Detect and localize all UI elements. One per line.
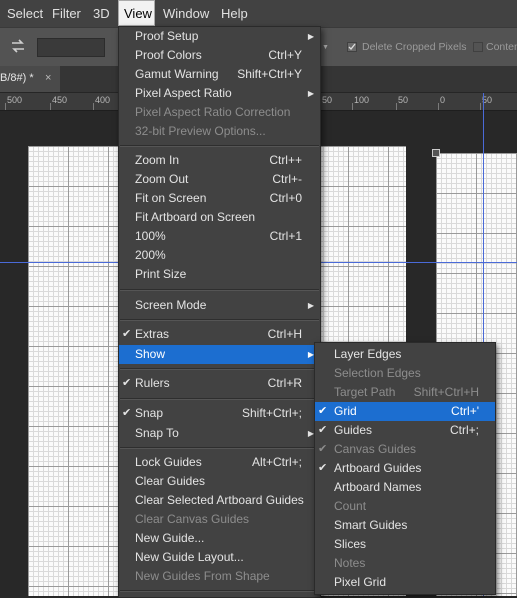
menu-item-new-guides-from-shape: New Guides From Shape <box>135 569 270 583</box>
menu-item-snap[interactable]: ✔ Snap Shift+Ctrl+; <box>119 404 320 423</box>
swap-icon[interactable] <box>9 37 27 55</box>
menu-item-200[interactable]: 200% <box>119 246 320 265</box>
menu-filter[interactable]: Filter <box>52 0 81 27</box>
submenu-arrow-icon: ▶ <box>307 89 314 98</box>
menu-item-new-guide[interactable]: New Guide... <box>119 529 320 548</box>
menu-item-pixel-aspect-ratio[interactable]: Pixel Aspect Ratio ▶ <box>119 84 320 103</box>
menu-item-proof-setup[interactable]: Proof Setup ▶ <box>119 27 320 46</box>
menu-separator <box>120 447 319 449</box>
menu-item-fit-artboard[interactable]: Fit Artboard on Screen <box>119 208 320 227</box>
submenu-item-guides[interactable]: ✔ Guides Ctrl+; <box>315 421 495 440</box>
document-tab[interactable]: B/8#) * × <box>0 66 60 92</box>
submenu-item-artboard-guides[interactable]: ✔ Artboard Guides <box>315 459 495 478</box>
submenu-item-canvas-guides: ✔ Canvas Guides <box>315 440 495 459</box>
menu-bar: Select Filter 3D View Window Help <box>0 0 517 27</box>
ruler-label: 450 <box>52 95 68 105</box>
menu-select[interactable]: Select <box>7 0 43 27</box>
close-tab-icon[interactable]: × <box>45 66 51 90</box>
menu-3d[interactable]: 3D <box>93 0 110 27</box>
content-aware-label: Conten <box>486 41 517 53</box>
document-tab-title: B/8#) * <box>0 72 34 84</box>
menu-item-rulers[interactable]: ✔ Rulers Ctrl+R <box>119 374 320 393</box>
submenu-item-notes: Notes <box>334 556 366 570</box>
content-aware-checkbox[interactable] <box>473 42 483 52</box>
menu-separator <box>120 289 319 291</box>
menu-item-32bit-preview: 32-bit Preview Options... <box>135 124 266 138</box>
menu-separator <box>120 368 319 370</box>
menu-item-clear-guides[interactable]: Clear Guides <box>119 472 320 491</box>
menu-item-new-guide-layout[interactable]: New Guide Layout... <box>119 548 320 567</box>
ruler-label: 50 <box>322 95 333 105</box>
submenu-item-slices[interactable]: Slices <box>315 535 495 554</box>
ruler-label: 400 <box>95 95 111 105</box>
checkmark-icon: ✔ <box>318 424 328 436</box>
show-submenu: Layer Edges Selection Edges Target Path S… <box>314 342 496 595</box>
checkmark-icon: ✔ <box>122 377 132 389</box>
ruler-label: 100 <box>354 95 370 105</box>
checkmark-icon: ✔ <box>318 443 328 455</box>
menu-item-clear-canvas-guides: Clear Canvas Guides <box>135 512 250 526</box>
checkmark-icon: ✔ <box>318 405 328 417</box>
submenu-item-artboard-names[interactable]: Artboard Names <box>315 478 495 497</box>
menu-item-proof-colors[interactable]: Proof Colors Ctrl+Y <box>119 46 320 65</box>
menu-item-100[interactable]: 100% Ctrl+1 <box>119 227 320 246</box>
menu-item-lock-guides[interactable]: Lock Guides Alt+Ctrl+; <box>119 453 320 472</box>
menu-item-extras[interactable]: ✔ Extras Ctrl+H <box>119 325 320 344</box>
menu-item-fit-on-screen[interactable]: Fit on Screen Ctrl+0 <box>119 189 320 208</box>
menu-window[interactable]: Window <box>163 0 209 27</box>
menu-separator <box>120 398 319 400</box>
checkmark-icon: ✔ <box>318 462 328 474</box>
menu-item-show[interactable]: Show ▶ <box>119 345 320 364</box>
submenu-item-count: Count <box>334 499 367 513</box>
dropdown-arrow-icon[interactable]: ▼ <box>322 44 329 51</box>
menu-separator <box>120 145 319 147</box>
menu-item-zoom-out[interactable]: Zoom Out Ctrl+- <box>119 170 320 189</box>
menu-separator <box>120 319 319 321</box>
ratio-field[interactable] <box>37 38 105 57</box>
submenu-item-selection-edges: Selection Edges <box>334 366 421 380</box>
checkmark-icon: ✔ <box>122 328 132 340</box>
submenu-item-grid[interactable]: ✔ Grid Ctrl+' <box>315 402 495 421</box>
submenu-item-target-path: Target Path Shift+Ctrl+H <box>334 385 479 399</box>
artboard-handle-icon[interactable] <box>432 149 440 157</box>
ruler-label: 50 <box>398 95 409 105</box>
menu-view[interactable]: View <box>118 0 155 26</box>
view-menu: Proof Setup ▶ Proof Colors Ctrl+Y Gamut Wa… <box>118 26 321 598</box>
ruler-label: 500 <box>7 95 23 105</box>
menu-item-snap-to[interactable]: Snap To ▶ <box>119 424 320 443</box>
menu-item-print-size[interactable]: Print Size <box>119 265 320 284</box>
submenu-item-layer-edges[interactable]: Layer Edges <box>315 345 495 364</box>
submenu-arrow-icon: ▶ <box>307 32 314 41</box>
menu-item-clear-artboard-guides[interactable]: Clear Selected Artboard Guides <box>119 491 320 510</box>
ruler-label: 0 <box>440 95 446 105</box>
checkmark-icon: ✔ <box>122 407 132 419</box>
menu-separator <box>120 590 319 592</box>
menu-item-zoom-in[interactable]: Zoom In Ctrl++ <box>119 151 320 170</box>
delete-cropped-label: Delete Cropped Pixels <box>362 41 467 53</box>
menu-help[interactable]: Help <box>221 0 248 27</box>
submenu-item-pixel-grid[interactable]: Pixel Grid <box>315 573 495 592</box>
menu-item-screen-mode[interactable]: Screen Mode ▶ <box>119 296 320 315</box>
submenu-item-smart-guides[interactable]: Smart Guides <box>315 516 495 535</box>
delete-cropped-checkbox[interactable] <box>347 42 357 52</box>
menu-item-gamut-warning[interactable]: Gamut Warning Shift+Ctrl+Y <box>119 65 320 84</box>
menu-item-pixel-aspect-correction: Pixel Aspect Ratio Correction <box>135 105 291 119</box>
submenu-arrow-icon: ▶ <box>307 301 314 310</box>
